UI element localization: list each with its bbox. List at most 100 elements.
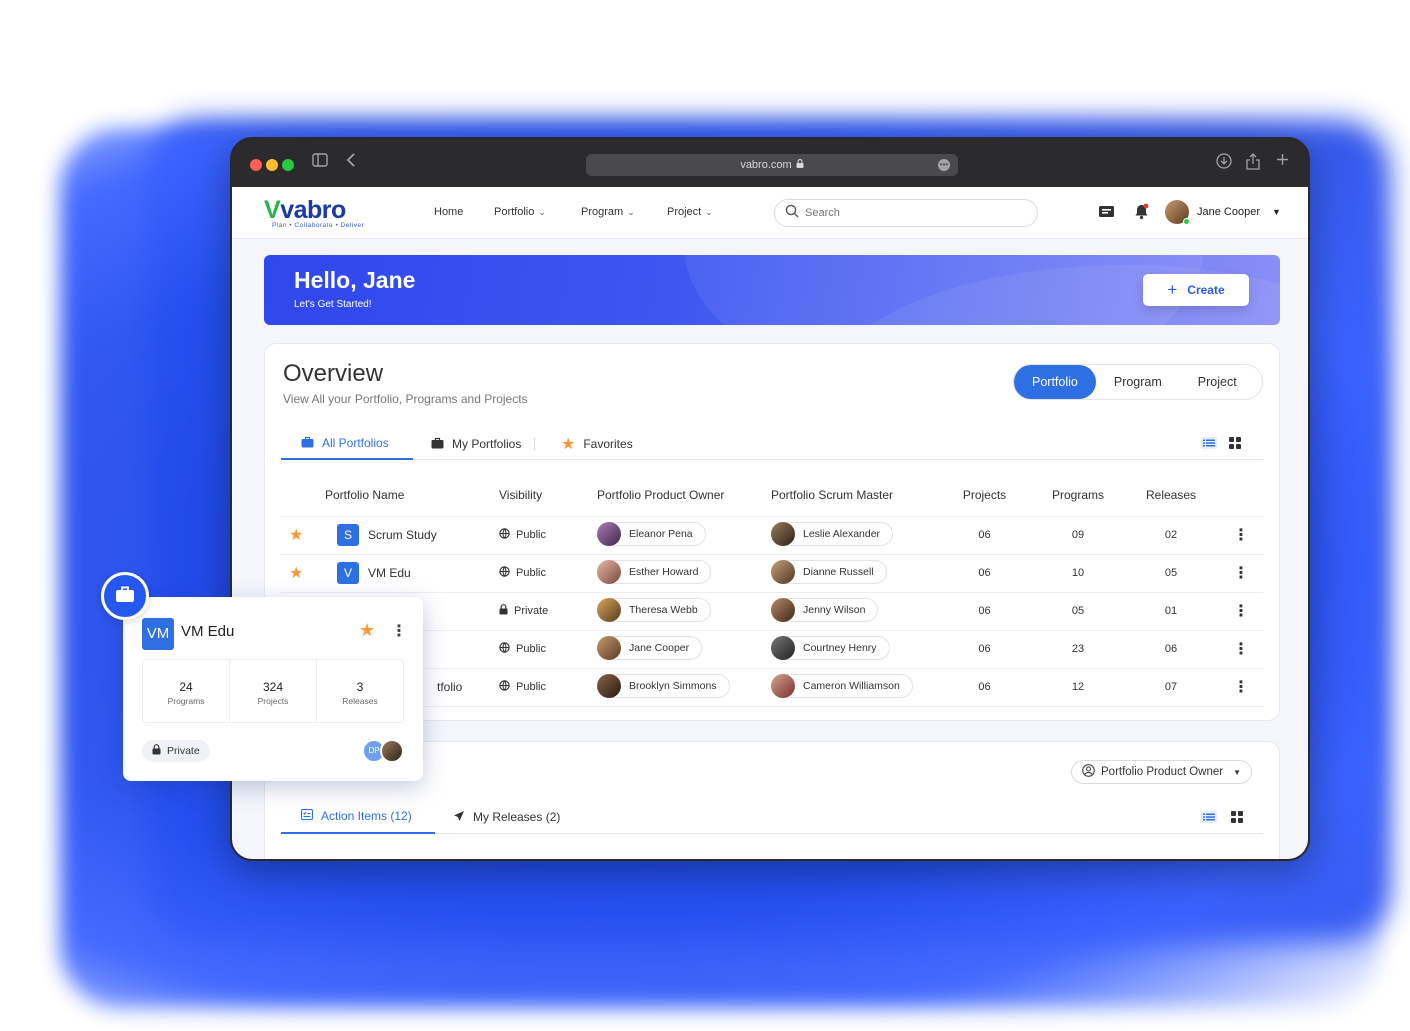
action-tabs: Action Items (12) My Releases (2) — [281, 800, 1263, 834]
portfolio-name[interactable]: Scrum Study — [368, 528, 437, 542]
stat-value: 3 — [356, 680, 364, 694]
create-button[interactable]: + Create — [1143, 274, 1249, 306]
scrum-master-chip[interactable]: Leslie Alexander — [771, 521, 894, 546]
notification-bell-icon[interactable] — [1134, 203, 1149, 225]
nav-program[interactable]: Program ⌄ — [581, 206, 635, 218]
column-header-name[interactable]: Portfolio Name — [309, 474, 499, 517]
new-tab-icon[interactable] — [1276, 153, 1289, 171]
column-header-scrum-master[interactable]: Portfolio Scrum Master — [771, 474, 936, 517]
table-row[interactable]: tfolio Public Brooklyn Simmons Cameron W… — [281, 668, 1263, 707]
vabro-logo[interactable]: Vvabro Plan • Collaborate • Deliver — [264, 197, 364, 229]
row-more-menu-icon[interactable]: ⋮ — [1219, 516, 1263, 555]
table-row[interactable]: ★ S Scrum Study Public Eleanor Pena Lesli… — [281, 516, 1263, 555]
stat-value: 24 — [179, 680, 193, 694]
owner-chip[interactable]: Esther Howard — [597, 559, 712, 584]
nav-portfolio[interactable]: Portfolio ⌄ — [494, 206, 546, 218]
row-more-menu-icon[interactable]: ⋮ — [1219, 630, 1263, 669]
star-icon[interactable]: ★ — [289, 527, 303, 544]
share-icon[interactable] — [1246, 153, 1260, 175]
download-icon[interactable] — [1216, 153, 1232, 174]
row-more-menu-icon[interactable]: ⋮ — [1219, 592, 1263, 631]
segment-project[interactable]: Project — [1180, 365, 1255, 399]
grid-view-icon[interactable] — [1231, 810, 1243, 828]
back-icon[interactable] — [346, 153, 356, 172]
segment-portfolio[interactable]: Portfolio — [1014, 365, 1096, 399]
scrum-master-chip[interactable]: Jenny Wilson — [771, 597, 879, 622]
column-header-projects[interactable]: Projects — [936, 474, 1033, 517]
chevron-down-icon: ⌄ — [705, 206, 713, 217]
search-box[interactable] — [774, 199, 1038, 227]
tab-favorites[interactable]: ★ Favorites — [561, 428, 633, 460]
search-input[interactable] — [805, 207, 1005, 219]
sidebar-toggle-icon[interactable] — [312, 153, 328, 172]
scrum-master-chip[interactable]: Dianne Russell — [771, 559, 887, 584]
programs-count: 09 — [1033, 516, 1123, 555]
avatar — [771, 597, 795, 622]
user-circle-icon — [1082, 764, 1095, 780]
portfolio-name[interactable]: tfolio — [437, 680, 462, 694]
owner-filter-dropdown[interactable]: Portfolio Product Owner ▼ — [1071, 760, 1253, 784]
tab-all-portfolios[interactable]: All Portfolios — [281, 428, 413, 460]
nav-portfolio-label: Portfolio — [494, 206, 535, 218]
programs-count: 23 — [1033, 630, 1123, 669]
projects-count: 06 — [936, 630, 1033, 669]
owner-name: Esther Howard — [629, 565, 699, 578]
visibility-label: Public — [516, 681, 546, 693]
column-header-programs[interactable]: Programs — [1033, 474, 1123, 517]
portfolio-card-name[interactable]: VM Edu — [181, 623, 234, 640]
nav-project[interactable]: Project ⌄ — [667, 206, 713, 218]
maximize-window-button[interactable] — [282, 159, 294, 171]
globe-icon — [499, 566, 510, 580]
list-view-icon[interactable] — [1201, 436, 1217, 454]
star-icon[interactable]: ★ — [289, 565, 303, 582]
table-row[interactable]: Private Theresa Webb Jenny Wilson 06 05 … — [281, 592, 1263, 631]
chevron-down-icon: ⌄ — [538, 206, 546, 217]
tab-my-releases[interactable]: My Releases (2) — [453, 800, 560, 834]
owner-chip[interactable]: Eleanor Pena — [597, 521, 706, 546]
tab-my-portfolios[interactable]: My Portfolios — [431, 428, 536, 460]
scrum-master-chip[interactable]: Cameron Williamson — [771, 673, 913, 698]
avatar — [771, 521, 795, 546]
minimize-window-button[interactable] — [266, 159, 278, 171]
list-view-icon[interactable] — [1201, 810, 1217, 828]
column-header-visibility[interactable]: Visibility — [499, 474, 597, 517]
row-more-menu-icon[interactable]: ⋮ — [1219, 554, 1263, 593]
user-menu[interactable]: Jane Cooper ▼ — [1165, 200, 1281, 225]
column-header-owner[interactable]: Portfolio Product Owner — [597, 474, 771, 517]
inbox-icon[interactable] — [1098, 204, 1115, 224]
caret-down-icon: ▼ — [1233, 767, 1242, 777]
scrum-master-name: Cameron Williamson — [803, 679, 900, 692]
table-row[interactable]: Public Jane Cooper Courtney Henry 06 23 … — [281, 630, 1263, 669]
scrum-master-chip[interactable]: Courtney Henry — [771, 635, 890, 660]
owner-chip[interactable]: Brooklyn Simmons — [597, 673, 730, 698]
projects-count: 06 — [936, 668, 1033, 707]
online-status-dot — [1183, 218, 1190, 225]
table-row[interactable]: ★ V VM Edu Public Esther Howard Dianne Ru… — [281, 554, 1263, 593]
more-icon[interactable]: ••• — [938, 159, 950, 171]
nav-home[interactable]: Home — [434, 206, 463, 218]
browser-chrome: vabro.com ••• — [232, 139, 1308, 187]
scrum-master-name: Dianne Russell — [803, 565, 874, 578]
caret-down-icon: ▼ — [1272, 207, 1281, 217]
row-more-menu-icon[interactable]: ⋮ — [1219, 668, 1263, 707]
avatar — [597, 559, 621, 584]
star-icon[interactable]: ★ — [359, 620, 375, 641]
stat-label: Projects — [257, 696, 289, 706]
owner-name: Brooklyn Simmons — [629, 679, 717, 692]
lock-icon — [152, 744, 161, 758]
owner-chip[interactable]: Jane Cooper — [597, 635, 703, 660]
address-bar[interactable]: vabro.com ••• — [586, 154, 958, 176]
portfolio-name[interactable]: VM Edu — [368, 566, 411, 580]
card-more-menu-icon[interactable]: ⋮ — [391, 621, 407, 641]
column-header-releases[interactable]: Releases — [1123, 474, 1219, 517]
grid-view-icon[interactable] — [1229, 436, 1241, 454]
segment-program[interactable]: Program — [1096, 365, 1180, 399]
releases-count: 07 — [1123, 668, 1219, 707]
owner-chip[interactable]: Theresa Webb — [597, 597, 711, 622]
close-window-button[interactable] — [250, 159, 262, 171]
overview-title: Overview — [283, 360, 384, 387]
scrum-master-name: Courtney Henry — [803, 641, 877, 654]
logo-tagline: Plan • Collaborate • Deliver — [272, 222, 365, 229]
tab-action-items[interactable]: Action Items (12) — [281, 800, 435, 834]
portfolio-summary-card[interactable]: VM VM Edu ★ ⋮ 24 Programs 324 Projects 3… — [123, 597, 423, 781]
